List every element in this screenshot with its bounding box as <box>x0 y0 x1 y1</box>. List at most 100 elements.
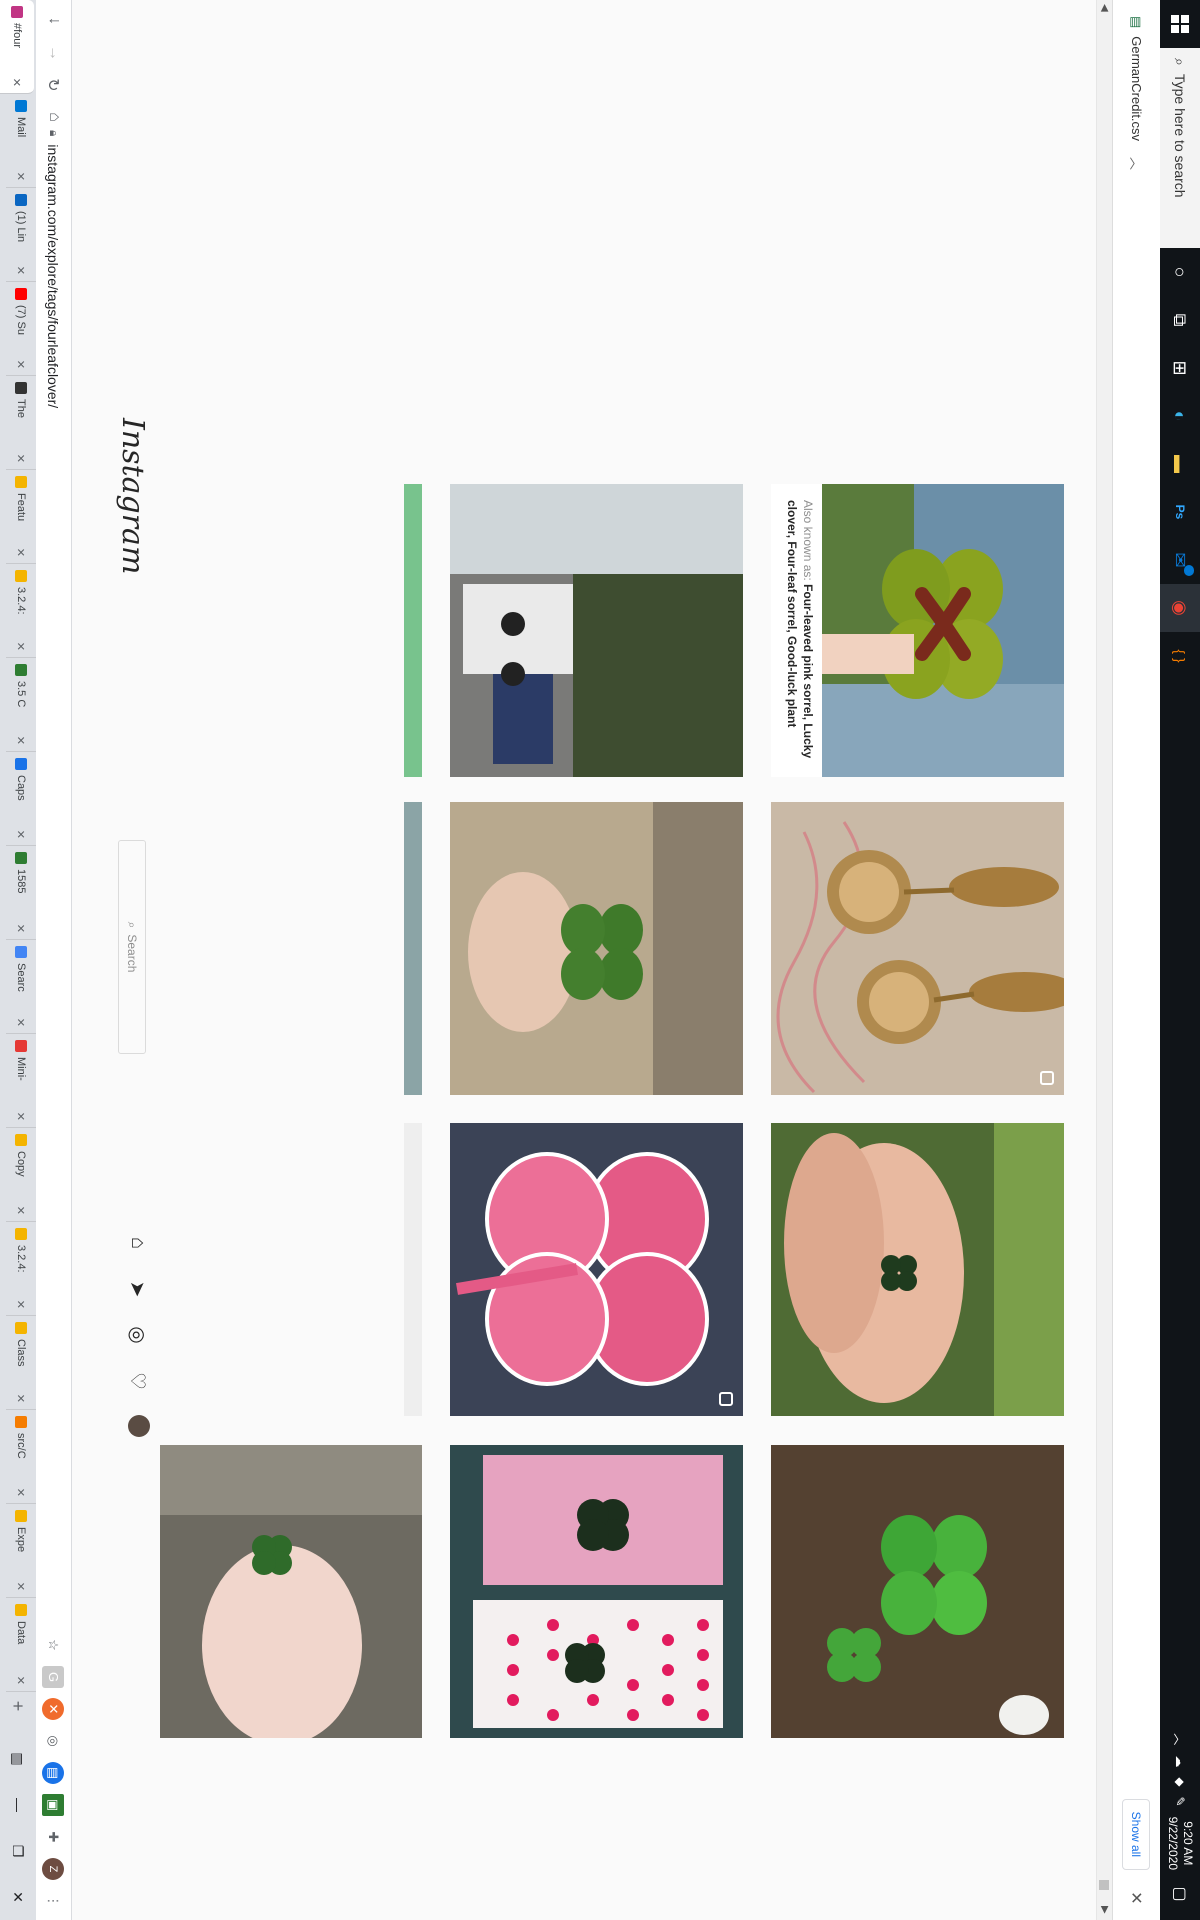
cloud-icon[interactable]: ☁ <box>1173 1755 1187 1767</box>
address-bar[interactable]: 🔒︎ instagram.com/explore/tags/fourleafcl… <box>46 130 62 730</box>
bookmark-star-icon[interactable]: ☆ <box>43 1634 65 1656</box>
tab-close-icon[interactable]: ✕ <box>11 78 24 87</box>
home-icon[interactable]: ⌂ <box>44 106 64 128</box>
extensions-puzzle-icon[interactable]: ✚ <box>43 1826 65 1848</box>
heart-icon[interactable]: ♡ <box>126 1369 150 1393</box>
browser-tab[interactable]: Mini- ✕ <box>6 1034 36 1128</box>
tab-close-icon[interactable]: ✕ <box>15 1488 28 1497</box>
taskbar-search[interactable]: ⌕ Type here to search <box>1160 48 1200 248</box>
browser-tab[interactable]: Featu ✕ <box>6 470 36 564</box>
photoshop-icon[interactable]: Ps <box>1160 488 1200 536</box>
scroll-left-arrow-icon[interactable]: ◀ <box>1096 4 1112 12</box>
direct-send-icon[interactable]: ➤ <box>126 1277 150 1301</box>
tile-clover-fingers[interactable] <box>450 802 743 1095</box>
instagram-logo[interactable]: Instagram <box>115 418 150 574</box>
browser-tab[interactable]: #four ✕ <box>0 0 34 94</box>
profile-avatar[interactable] <box>128 1415 150 1437</box>
clock[interactable]: 9:20 AM 9/22/2020 <box>1165 1817 1195 1870</box>
dropbox-icon[interactable]: ◆ <box>1173 1777 1187 1786</box>
browser-tab[interactable]: Class ✕ <box>6 1316 36 1410</box>
tile-cufflinks[interactable] <box>771 802 1064 1095</box>
tab-close-icon[interactable]: ✕ <box>15 266 28 275</box>
tab-close-icon[interactable]: ✕ <box>15 548 28 557</box>
browser-tab[interactable]: Data ✕ <box>6 1598 36 1692</box>
tile-hands-clover[interactable] <box>771 1123 1064 1416</box>
ext-circle-icon[interactable]: ◎ <box>43 1730 65 1752</box>
task-view-icon[interactable]: ⧉ <box>1160 296 1200 344</box>
browser-tab[interactable]: 3.5 C ✕ <box>6 658 36 752</box>
tile-partial-3[interactable] <box>404 1123 422 1416</box>
tile-hand-holding-clover[interactable] <box>129 1445 422 1738</box>
forward-arrow-icon[interactable]: → <box>44 42 64 64</box>
browser-tab[interactable]: 3.2.4: ✕ <box>6 564 36 658</box>
browser-tab[interactable]: Copy ✕ <box>6 1128 36 1222</box>
tile-pink-clover-painting[interactable] <box>450 1123 743 1416</box>
show-all-button[interactable]: Show all <box>1122 1798 1151 1870</box>
browser-tab[interactable]: (7) Su ✕ <box>6 282 36 376</box>
pen-icon[interactable]: ✎ <box>1173 1797 1187 1807</box>
file-explorer-icon[interactable]: ▬ <box>1160 440 1200 488</box>
tab-close-icon[interactable]: ✕ <box>15 1676 28 1685</box>
chrome-icon[interactable]: ◉ <box>1160 584 1200 632</box>
windows-store-icon[interactable]: ⊞ <box>1160 344 1200 392</box>
tab-search-icon[interactable]: ▥ <box>0 1736 36 1782</box>
tab-close-icon[interactable]: ✕ <box>15 1300 28 1309</box>
download-arrow-icon[interactable]: ↓ <box>44 10 64 32</box>
tile-clovers-ground[interactable] <box>771 1445 1064 1738</box>
browser-tab[interactable]: Expe ✕ <box>6 1504 36 1598</box>
chevron-up-icon[interactable]: ︿ <box>1127 157 1146 170</box>
tab-close-icon[interactable]: ✕ <box>15 642 28 651</box>
browser-tab[interactable]: Mail ✕ <box>6 94 36 188</box>
tile-pressed-clovers[interactable] <box>450 1445 743 1738</box>
close-window-icon[interactable]: ✕ <box>0 1874 36 1920</box>
outlook-icon[interactable]: ✉ 3 <box>1160 536 1200 584</box>
explore-compass-icon[interactable]: ◎ <box>126 1323 150 1347</box>
tab-close-icon[interactable]: ✕ <box>15 1394 28 1403</box>
ext-image-icon[interactable]: ▣ <box>42 1794 65 1816</box>
tab-close-icon[interactable]: ✕ <box>15 1018 28 1027</box>
tab-close-icon[interactable]: ✕ <box>15 360 28 369</box>
home-icon[interactable]: ⌂ <box>126 1231 150 1255</box>
browser-tab[interactable]: The ✕ <box>6 376 36 470</box>
tab-close-icon[interactable]: ✕ <box>15 1582 28 1591</box>
cortana-icon[interactable]: ○ <box>1160 248 1200 296</box>
start-button[interactable] <box>1160 0 1200 48</box>
tile-partial-1[interactable] <box>404 484 422 777</box>
horizontal-scrollbar[interactable]: ◀ ▶ <box>1096 0 1112 1920</box>
ext-blue-icon[interactable]: ▤ <box>42 1762 65 1784</box>
tab-close-icon[interactable]: ✕ <box>15 924 28 933</box>
tile-partial-2[interactable] <box>404 802 422 1095</box>
reload-icon[interactable]: ↻ <box>44 74 64 96</box>
restore-icon[interactable]: ❐ <box>0 1828 36 1874</box>
browser-tab[interactable]: 1585 ✕ <box>6 846 36 940</box>
scroll-right-arrow-icon[interactable]: ▶ <box>1096 1906 1112 1914</box>
new-tab-button[interactable]: + <box>8 1692 29 1720</box>
scroll-thumb[interactable] <box>1099 1880 1109 1890</box>
browser-tab[interactable]: (1) Lin ✕ <box>6 188 36 282</box>
browser-tab[interactable]: Caps ✕ <box>6 752 36 846</box>
instagram-search-input[interactable]: ⌕ Search <box>118 840 146 1054</box>
browser-tab[interactable]: 3.2.4: ✕ <box>6 1222 36 1316</box>
notification-icon[interactable]: ▢ <box>1160 1880 1200 1908</box>
ext-orange-icon[interactable]: ✕ <box>42 1698 65 1720</box>
browser-tab[interactable]: src/C ✕ <box>6 1410 36 1504</box>
tile-truck[interactable] <box>450 484 743 777</box>
minimize-icon[interactable]: — <box>0 1782 36 1828</box>
tab-close-icon[interactable]: ✕ <box>15 1112 28 1121</box>
tab-close-icon[interactable]: ✕ <box>15 736 28 745</box>
browser-tab[interactable]: Searc ✕ <box>6 940 36 1034</box>
tab-close-icon[interactable]: ✕ <box>15 830 28 839</box>
menu-kebab-icon[interactable]: ⋮ <box>43 1890 65 1912</box>
profile-avatar[interactable]: Z <box>42 1858 65 1880</box>
download-item[interactable]: ▤ GermanCredit.csv ︿ <box>1113 0 1161 186</box>
tab-close-icon[interactable]: ✕ <box>15 1206 28 1215</box>
edge-icon[interactable]: ◐ <box>1160 392 1200 440</box>
clock-time: 9:20 AM <box>1181 1821 1195 1866</box>
close-downloads-icon[interactable]: ✕ <box>1127 1882 1147 1914</box>
grammarly-icon[interactable]: G <box>42 1666 65 1688</box>
tray-chevron-icon[interactable]: ︿ <box>1172 1733 1189 1745</box>
tab-close-icon[interactable]: ✕ <box>15 172 28 181</box>
brackets-icon[interactable]: { } <box>1160 632 1200 680</box>
topic-card[interactable]: Also known as: Four-leaved pink sorrel, … <box>771 484 1064 777</box>
tab-close-icon[interactable]: ✕ <box>15 454 28 463</box>
